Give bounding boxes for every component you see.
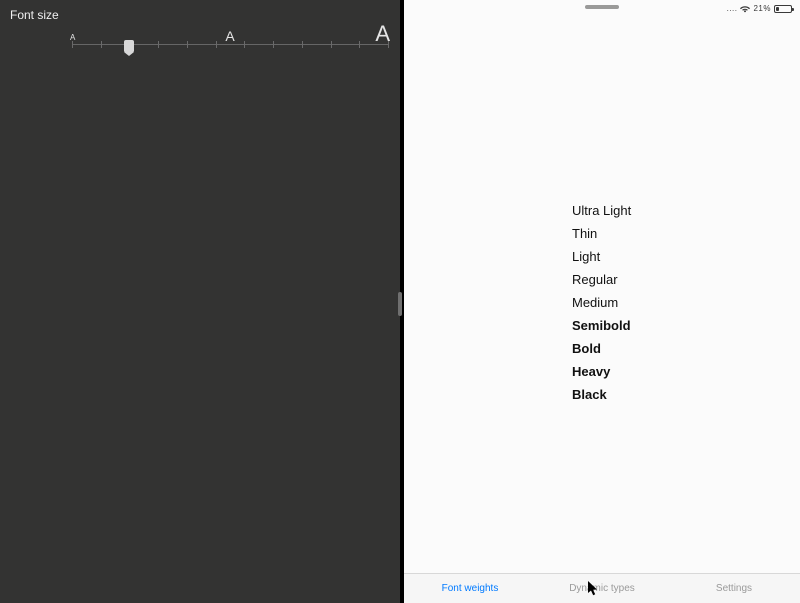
tab-font-weights[interactable]: Font weights [404, 574, 536, 603]
multitask-handle-icon[interactable] [585, 5, 619, 9]
slider-tick [187, 41, 188, 48]
status-right: .... 21% [727, 4, 792, 13]
preview-panel: .... 21% Ultra Light Thin Light Regular Medi… [404, 0, 800, 603]
weight-item: Semibold [572, 319, 631, 332]
slider-track [72, 44, 388, 45]
slider-tick [302, 41, 303, 48]
tab-settings[interactable]: Settings [668, 574, 800, 603]
battery-percent: 21% [753, 4, 771, 13]
tab-dynamic-types[interactable]: Dynamic types [536, 574, 668, 603]
font-size-panel: Font size A A A [0, 0, 400, 603]
font-size-slider[interactable]: A A A [72, 30, 388, 60]
slider-tick [158, 41, 159, 48]
cellular-dots-icon: .... [727, 4, 738, 13]
slider-tick [359, 41, 360, 48]
weight-item: Thin [572, 227, 631, 240]
weight-item: Regular [572, 273, 631, 286]
weight-item: Black [572, 388, 631, 401]
font-weight-list: Ultra Light Thin Light Regular Medium Semibol… [572, 204, 631, 401]
slider-tick [331, 41, 332, 48]
scroll-indicator [398, 292, 402, 316]
slider-tick [388, 41, 389, 48]
slider-tick [72, 41, 73, 48]
slider-tick [244, 41, 245, 48]
weight-item: Heavy [572, 365, 631, 378]
font-size-title: Font size [0, 0, 400, 26]
slider-tick [101, 41, 102, 48]
slider-tick [216, 41, 217, 48]
content-area: Ultra Light Thin Light Regular Medium Semibol… [404, 14, 800, 573]
size-letter-medium: A [225, 29, 234, 43]
tab-bar: Font weightsDynamic typesSettings [404, 573, 800, 603]
slider-thumb[interactable] [124, 40, 134, 52]
weight-item: Bold [572, 342, 631, 355]
battery-icon [774, 5, 792, 13]
slider-tick [273, 41, 274, 48]
wifi-icon [740, 5, 750, 13]
weight-item: Medium [572, 296, 631, 309]
weight-item: Ultra Light [572, 204, 631, 217]
status-bar: .... 21% [404, 0, 800, 14]
weight-item: Light [572, 250, 631, 263]
